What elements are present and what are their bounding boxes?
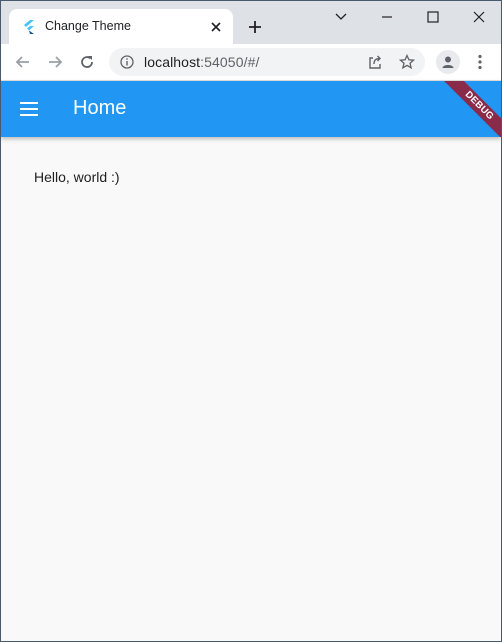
- maximize-icon[interactable]: [425, 9, 441, 25]
- url-host: localhost: [144, 54, 201, 70]
- flutter-favicon-icon: [24, 20, 34, 34]
- close-window-icon[interactable]: [471, 9, 487, 25]
- minimize-icon[interactable]: [379, 9, 395, 25]
- url-path: :54050/#/: [200, 54, 260, 70]
- reload-icon[interactable]: [78, 53, 96, 71]
- tab-strip: Change Theme: [1, 1, 501, 44]
- tab-title: Change Theme: [45, 19, 131, 33]
- browser-toolbar: localhost:54050/#/: [1, 44, 501, 81]
- url-text[interactable]: localhost:54050/#/: [144, 54, 259, 70]
- info-icon[interactable]: [120, 55, 134, 69]
- address-bar[interactable]: localhost:54050/#/: [109, 48, 425, 76]
- star-icon[interactable]: [399, 54, 415, 70]
- close-icon[interactable]: [209, 20, 223, 34]
- kebab-menu-icon[interactable]: [471, 53, 489, 71]
- browser-tab[interactable]: Change Theme: [9, 9, 233, 44]
- plus-icon[interactable]: [247, 19, 263, 35]
- browser-window: Change Theme localhost:54050/#/ Home DEB…: [0, 0, 502, 642]
- hamburger-menu-icon[interactable]: [17, 97, 41, 121]
- app-bar: Home: [1, 81, 501, 137]
- chevron-down-icon[interactable]: [333, 9, 349, 25]
- profile-icon[interactable]: [436, 50, 460, 74]
- body-text: Hello, world :): [34, 169, 120, 185]
- forward-arrow-icon[interactable]: [46, 53, 64, 71]
- back-arrow-icon[interactable]: [14, 53, 32, 71]
- page-title: Home: [73, 97, 127, 119]
- avatar-glyph: [442, 56, 454, 68]
- share-icon[interactable]: [367, 54, 383, 70]
